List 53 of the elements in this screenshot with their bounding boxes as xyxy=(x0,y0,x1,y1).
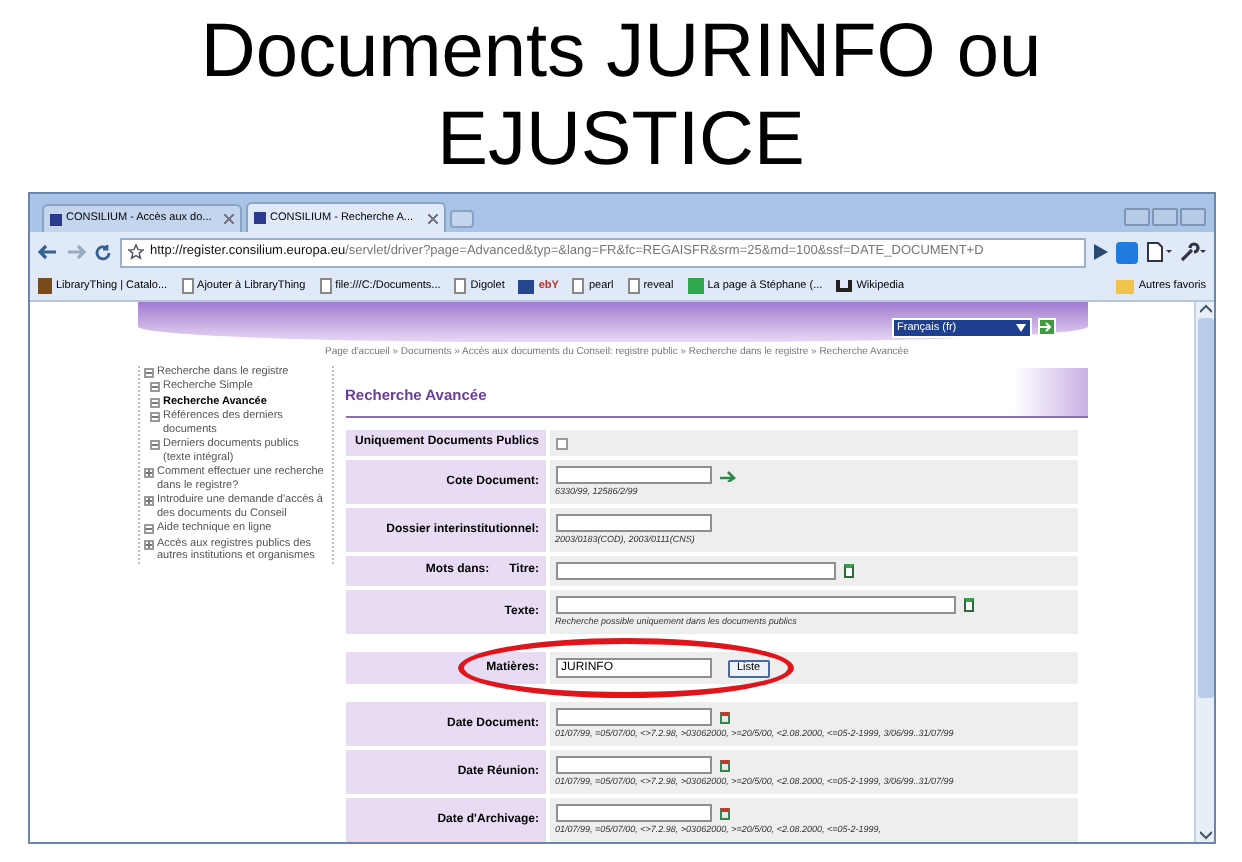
w-logo-icon xyxy=(836,280,853,292)
text-field[interactable] xyxy=(555,562,835,580)
slide-title: EJUSTICE xyxy=(437,96,805,184)
collapse-icon[interactable] xyxy=(149,382,159,392)
expand-icon[interactable] xyxy=(143,468,153,478)
scroll-down-icon[interactable] xyxy=(1199,830,1211,842)
collapse-icon[interactable] xyxy=(149,397,159,407)
page-icon xyxy=(627,278,640,294)
go-button[interactable] xyxy=(1037,318,1055,336)
favicon-icon xyxy=(50,213,62,225)
arrow-icon xyxy=(1040,322,1052,332)
collapse-icon[interactable] xyxy=(143,524,153,534)
checkbox[interactable] xyxy=(555,437,567,449)
close-icon[interactable] xyxy=(428,213,438,223)
collapse-icon[interactable] xyxy=(143,367,153,377)
logo-icon xyxy=(38,278,52,294)
text-field[interactable] xyxy=(555,804,711,822)
scroll-thumb[interactable] xyxy=(1197,318,1213,698)
document-icon[interactable] xyxy=(963,598,973,612)
calendar-icon[interactable] xyxy=(719,711,729,723)
collapse-icon[interactable] xyxy=(149,440,159,450)
close-icon[interactable] xyxy=(224,214,234,224)
reload-icon[interactable] xyxy=(94,243,112,261)
page-icon xyxy=(454,278,467,294)
text-field[interactable] xyxy=(555,466,711,484)
text-field[interactable] xyxy=(555,514,711,532)
play-icon[interactable] xyxy=(1094,244,1108,260)
extension-icon[interactable] xyxy=(1116,241,1138,263)
favicon-icon xyxy=(254,212,266,224)
expand-icon[interactable] xyxy=(143,539,153,549)
scrollbar[interactable] xyxy=(1194,302,1214,842)
page-icon xyxy=(319,278,332,294)
back-icon[interactable] xyxy=(38,244,58,260)
folder-icon xyxy=(1116,279,1135,293)
text-field[interactable] xyxy=(555,708,711,726)
dropdown-caret-icon xyxy=(1015,324,1025,332)
page-icon xyxy=(181,278,194,294)
calendar-icon[interactable] xyxy=(719,807,729,819)
slide-title: Documents JURINFO ou xyxy=(200,8,1042,96)
arrow-icon[interactable] xyxy=(719,469,735,481)
page-icon[interactable] xyxy=(1146,242,1172,262)
text-field[interactable] xyxy=(555,756,711,774)
calendar-icon[interactable] xyxy=(719,759,729,771)
star-icon[interactable] xyxy=(128,244,144,260)
expand-icon[interactable] xyxy=(143,496,153,506)
page-icon xyxy=(572,278,585,294)
collapse-icon[interactable] xyxy=(149,412,159,422)
square-icon xyxy=(518,279,535,293)
wrench-icon[interactable] xyxy=(1180,242,1206,262)
text-field[interactable] xyxy=(555,596,955,614)
square-icon xyxy=(687,278,704,294)
document-icon[interactable] xyxy=(843,564,853,578)
scroll-up-icon[interactable] xyxy=(1199,302,1211,314)
